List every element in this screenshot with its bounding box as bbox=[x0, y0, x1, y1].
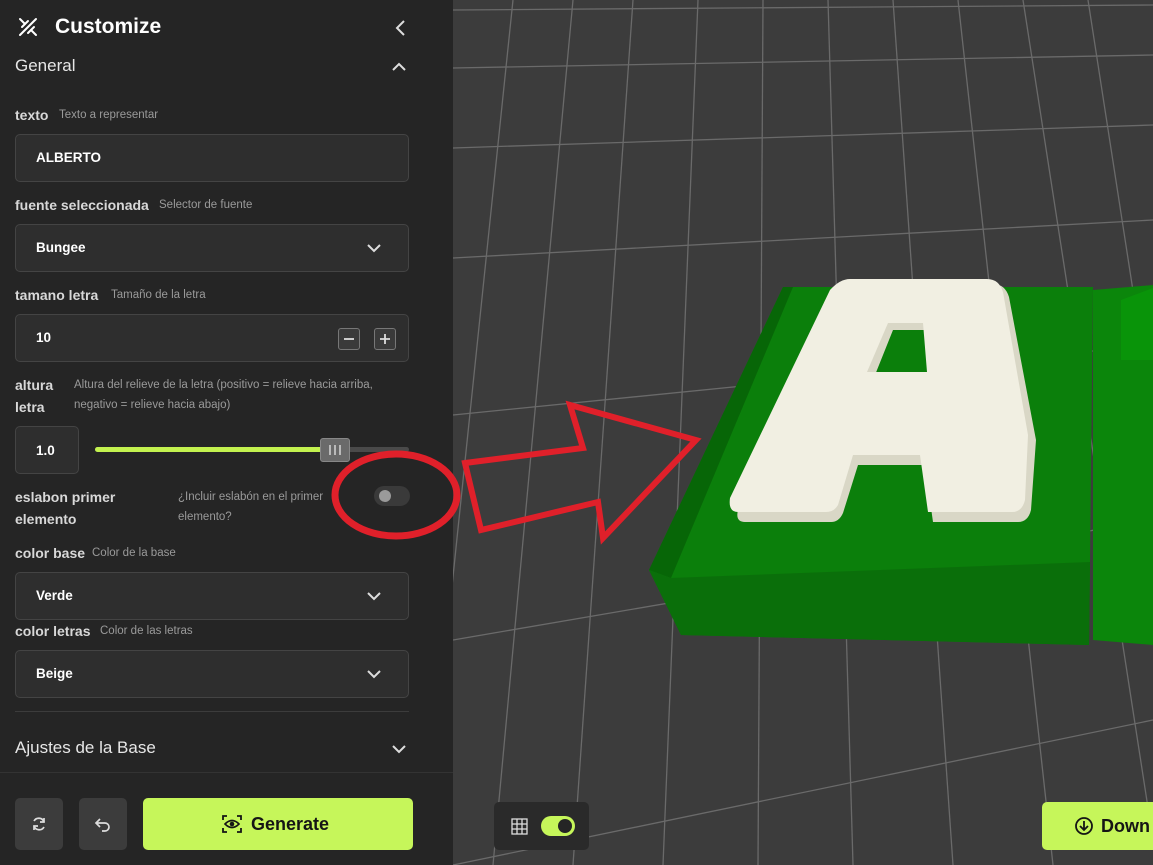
altura-hint-line1: Altura del relieve de la letra (positivo… bbox=[74, 379, 373, 391]
generate-label: Generate bbox=[251, 814, 330, 834]
generate-button[interactable]: Generate bbox=[143, 798, 413, 850]
eslabon-toggle[interactable] bbox=[374, 486, 410, 506]
altura-slider-fill bbox=[95, 447, 334, 452]
color-letras-hint: Color de las letras bbox=[100, 625, 193, 637]
eslabon-label-line1: eslabon primer bbox=[15, 489, 116, 505]
increment-button[interactable] bbox=[374, 328, 396, 350]
grid-toggle-control[interactable] bbox=[494, 802, 589, 850]
section-base-header[interactable]: Ajustes de la Base bbox=[0, 730, 453, 770]
fuente-select[interactable]: Bungee bbox=[15, 224, 409, 272]
fuente-value: Bungee bbox=[36, 240, 86, 255]
color-base-select[interactable]: Verde bbox=[15, 572, 409, 620]
grid-icon bbox=[511, 818, 528, 835]
color-letras-select[interactable]: Beige bbox=[15, 650, 409, 698]
section-base-label: Ajustes de la Base bbox=[15, 738, 156, 757]
chevron-down-icon bbox=[367, 592, 381, 601]
altura-label-line1: altura bbox=[15, 377, 54, 393]
texto-label: texto bbox=[15, 107, 49, 123]
color-letras-label: color letras bbox=[15, 623, 91, 639]
eslabon-hint-line2: elemento? bbox=[178, 511, 232, 523]
footer-separator bbox=[0, 772, 453, 773]
customize-sidebar: Customize General texto Texto a represen… bbox=[0, 0, 453, 865]
altura-slider-track[interactable] bbox=[95, 447, 409, 452]
download-label: Down bbox=[1101, 816, 1150, 836]
sidebar-title: Customize bbox=[55, 15, 162, 38]
3d-scene bbox=[453, 0, 1153, 865]
altura-value: 1.0 bbox=[36, 443, 55, 458]
chevron-up-icon bbox=[392, 62, 406, 71]
chevron-down-icon bbox=[392, 745, 406, 754]
tamano-label: tamano letra bbox=[15, 287, 99, 303]
refresh-icon bbox=[33, 817, 45, 831]
decrement-button[interactable] bbox=[338, 328, 360, 350]
chevron-down-icon bbox=[367, 670, 381, 679]
grid-toggle-graphics bbox=[511, 816, 575, 836]
tamano-value: 10 bbox=[36, 330, 52, 345]
toggle-knob bbox=[379, 490, 391, 502]
eye-scan-icon bbox=[222, 815, 242, 833]
section-general-header[interactable]: General bbox=[0, 48, 453, 88]
texto-value: ALBERTO bbox=[36, 150, 102, 165]
download-button[interactable]: Down bbox=[1042, 802, 1153, 850]
altura-slider-handle[interactable] bbox=[320, 438, 350, 462]
eslabon-label-line2: elemento bbox=[15, 511, 77, 527]
color-base-hint: Color de la base bbox=[92, 547, 176, 559]
section-general-label: General bbox=[15, 56, 76, 75]
altura-input[interactable]: 1.0 bbox=[15, 426, 79, 474]
undo-icon bbox=[94, 818, 110, 832]
color-base-label: color base bbox=[15, 545, 86, 561]
collapse-sidebar-icon[interactable] bbox=[393, 18, 409, 38]
grid-switch[interactable] bbox=[541, 816, 575, 836]
undo-button[interactable] bbox=[79, 798, 127, 850]
customize-icon bbox=[19, 18, 37, 36]
tamano-stepper[interactable]: 10 bbox=[15, 314, 409, 362]
download-icon bbox=[1075, 817, 1093, 835]
color-letras-value: Beige bbox=[36, 666, 73, 681]
altura-hint-line2: negativo = relieve hacia abajo) bbox=[74, 399, 231, 411]
grip-icon bbox=[329, 445, 341, 455]
3d-viewport[interactable]: Down bbox=[453, 0, 1153, 865]
chevron-down-icon bbox=[367, 244, 381, 253]
reset-button[interactable] bbox=[15, 798, 63, 850]
tamano-hint: Tamaño de la letra bbox=[111, 289, 206, 301]
minus-icon bbox=[344, 338, 354, 340]
eslabon-hint-line1: ¿Incluir eslabón en el primer bbox=[178, 491, 324, 503]
section-divider bbox=[15, 711, 409, 712]
texto-input[interactable]: ALBERTO bbox=[15, 134, 409, 182]
color-base-value: Verde bbox=[36, 588, 73, 603]
plus-icon bbox=[380, 334, 390, 344]
fuente-hint: Selector de fuente bbox=[159, 199, 253, 211]
altura-label-line2: letra bbox=[15, 399, 45, 415]
fuente-label: fuente seleccionada bbox=[15, 197, 149, 213]
texto-hint: Texto a representar bbox=[59, 109, 159, 121]
